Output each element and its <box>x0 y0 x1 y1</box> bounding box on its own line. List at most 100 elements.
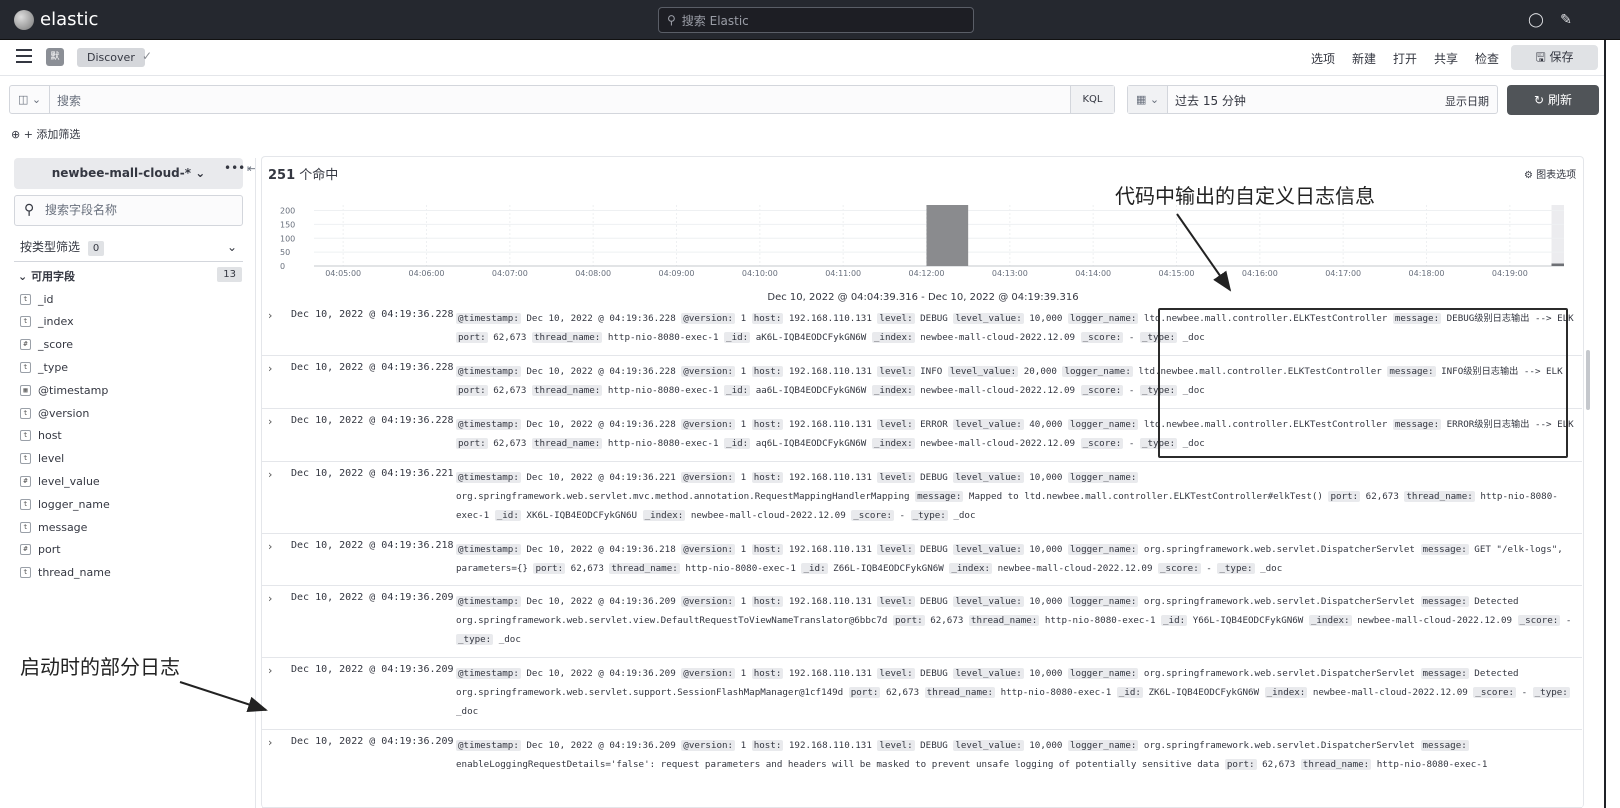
source-field-key: @timestamp: <box>456 740 521 751</box>
x-tick-label: 04:17:00 <box>1325 269 1361 278</box>
source-field-key: host: <box>751 544 784 555</box>
available-fields-toggle[interactable]: ⌄ 可用字段 13 <box>18 267 242 284</box>
string-field-icon: t <box>20 521 31 533</box>
more-options-icon[interactable]: ••• <box>224 161 245 175</box>
help-icon[interactable]: ◯ <box>1526 10 1546 30</box>
nav-new-link[interactable]: 新建 <box>1352 50 1376 67</box>
date-range-label[interactable]: 过去 15 分钟 <box>1175 92 1246 109</box>
field-item[interactable]: ▦ @timestamp <box>20 381 108 399</box>
expand-row-icon[interactable]: › <box>268 468 272 481</box>
annotation-custom-log: 代码中输出的自定义日志信息 <box>1115 184 1375 208</box>
field-item[interactable]: t thread_name <box>20 564 111 582</box>
source-field-key: _id: <box>1116 687 1143 698</box>
source-field-value: org.springframework.web.servlet.mvc.meth… <box>456 491 916 502</box>
saved-query-menu-button[interactable]: ◫ ⌄ <box>10 86 50 113</box>
elastic-logo[interactable]: elastic <box>14 9 98 30</box>
source-field-key: thread_name: <box>531 385 603 396</box>
expand-row-icon[interactable]: › <box>268 664 272 677</box>
field-item[interactable]: t level <box>20 450 64 468</box>
source-field-key: @timestamp: <box>456 544 521 555</box>
row-timestamp: Dec 10, 2022 @ 04:19:36.218 <box>291 540 454 551</box>
field-item[interactable]: t _id <box>20 290 54 308</box>
field-item[interactable]: t @version <box>20 404 89 422</box>
source-field-key: message: <box>1420 544 1469 555</box>
field-item[interactable]: t _index <box>20 313 74 331</box>
annotation-startup-log: 启动时的部分日志 <box>20 655 180 679</box>
index-pattern-select[interactable]: newbee-mall-cloud-* ⌄ <box>14 158 243 189</box>
source-field-value: newbee-mall-cloud-2022.12.09 <box>914 385 1081 396</box>
row-source: @timestamp: Dec 10, 2022 @ 04:19:36.209 … <box>456 664 1576 721</box>
expand-row-icon[interactable]: › <box>268 309 272 322</box>
nav-inspect-link[interactable]: 检查 <box>1475 50 1499 67</box>
breadcrumb-discover[interactable]: Discover <box>77 48 145 67</box>
string-field-icon: t <box>20 430 31 442</box>
query-input[interactable]: 搜索 <box>57 92 81 109</box>
table-row[interactable]: › Dec 10, 2022 @ 04:19:36.218 @timestamp: … <box>262 534 1582 586</box>
y-tick-label: 50 <box>280 248 290 257</box>
expand-row-icon[interactable]: › <box>268 592 272 605</box>
field-search-input[interactable]: ⚲ 搜索字段名称 <box>14 195 243 226</box>
field-name: _type <box>38 360 69 374</box>
source-field-key: thread_name: <box>924 687 996 698</box>
field-item[interactable]: # port <box>20 541 61 559</box>
add-filter-button[interactable]: ⊕ + 添加筛选 <box>11 126 80 142</box>
nav-open-link[interactable]: 打开 <box>1393 50 1417 67</box>
source-field-key: _index: <box>871 332 915 343</box>
menu-toggle-button[interactable] <box>16 49 32 63</box>
field-item[interactable]: t logger_name <box>20 495 110 513</box>
global-search-input[interactable]: ⚲ 搜索 Elastic <box>658 7 974 33</box>
source-field-value: INFO <box>914 366 948 377</box>
expand-row-icon[interactable]: › <box>268 415 272 428</box>
field-item[interactable]: # level_value <box>20 472 100 490</box>
kql-toggle-button[interactable]: KQL <box>1070 86 1114 113</box>
source-field-key: _score: <box>851 510 894 521</box>
expand-row-icon[interactable]: › <box>268 540 272 553</box>
filter-icon: ⊕ <box>11 128 21 141</box>
newsfeed-icon[interactable]: ✎ <box>1556 10 1576 30</box>
table-row[interactable]: › Dec 10, 2022 @ 04:19:36.209 @timestamp: … <box>262 730 1582 808</box>
source-field-value: DEBUG <box>914 472 954 483</box>
filter-by-type-button[interactable]: 按类型筛选 0 ⌄ <box>14 232 243 262</box>
source-field-key: @timestamp: <box>456 366 521 377</box>
table-row[interactable]: › Dec 10, 2022 @ 04:19:36.221 @timestamp: … <box>262 462 1582 534</box>
field-item[interactable]: t host <box>20 427 62 445</box>
field-item[interactable]: t _type <box>20 358 68 376</box>
hits-count: 251 个命中 <box>268 164 338 183</box>
field-item[interactable]: t message <box>20 518 87 536</box>
chart-options-button[interactable]: ⚙ 图表选项 <box>1524 166 1576 181</box>
row-timestamp: Dec 10, 2022 @ 04:19:36.228 <box>291 362 454 373</box>
row-timestamp: Dec 10, 2022 @ 04:19:36.209 <box>291 664 454 675</box>
expand-row-icon[interactable]: › <box>268 736 272 749</box>
show-dates-link[interactable]: 显示日期 <box>1445 93 1489 109</box>
source-field-value: 40,000 <box>1023 419 1068 430</box>
space-avatar[interactable]: 默 <box>46 48 64 66</box>
nav-share-link[interactable]: 共享 <box>1434 50 1458 67</box>
nav-options-link[interactable]: 选项 <box>1311 50 1335 67</box>
save-button[interactable]: 🖫 保存 <box>1511 45 1598 70</box>
table-row[interactable]: › Dec 10, 2022 @ 04:19:36.209 @timestamp: … <box>262 586 1582 658</box>
scrollbar-thumb[interactable] <box>1586 350 1590 410</box>
field-item[interactable]: # _score <box>20 336 73 354</box>
row-timestamp: Dec 10, 2022 @ 04:19:36.228 <box>291 415 454 426</box>
expand-row-icon[interactable]: › <box>268 362 272 375</box>
refresh-button[interactable]: ↻ 刷新 <box>1507 85 1599 115</box>
search-icon: ⚲ <box>667 13 676 27</box>
source-field-value: _doc <box>456 706 479 717</box>
source-field-value: Mapped to ltd.newbee.mall.controller.ELK… <box>963 491 1329 502</box>
query-bar: ◫ ⌄ 搜索 KQL <box>9 85 1115 114</box>
source-field-key: level: <box>877 668 915 679</box>
calendar-icon[interactable]: ▦ ⌄ <box>1128 86 1168 113</box>
source-field-value: Dec 10, 2022 @ 04:19:36.209 <box>520 740 682 751</box>
table-row[interactable]: › Dec 10, 2022 @ 04:19:36.209 @timestamp: … <box>262 658 1582 730</box>
source-field-value: newbee-mall-cloud-2022.12.09 <box>685 510 852 521</box>
source-field-key: @version: <box>681 313 736 324</box>
source-field-value: 192.168.110.131 <box>783 472 878 483</box>
y-tick-label: 150 <box>280 220 295 229</box>
chevron-down-icon: ⌄ <box>195 166 206 180</box>
source-field-key: thread_name: <box>1300 759 1372 770</box>
source-field-key: logger_name: <box>1068 596 1139 607</box>
source-field-key: @version: <box>681 740 736 751</box>
source-field-key: @version: <box>681 366 736 377</box>
source-field-value: 1 <box>735 596 752 607</box>
top-header: elastic ⚲ 搜索 Elastic ◯ ✎ <box>0 0 1620 40</box>
